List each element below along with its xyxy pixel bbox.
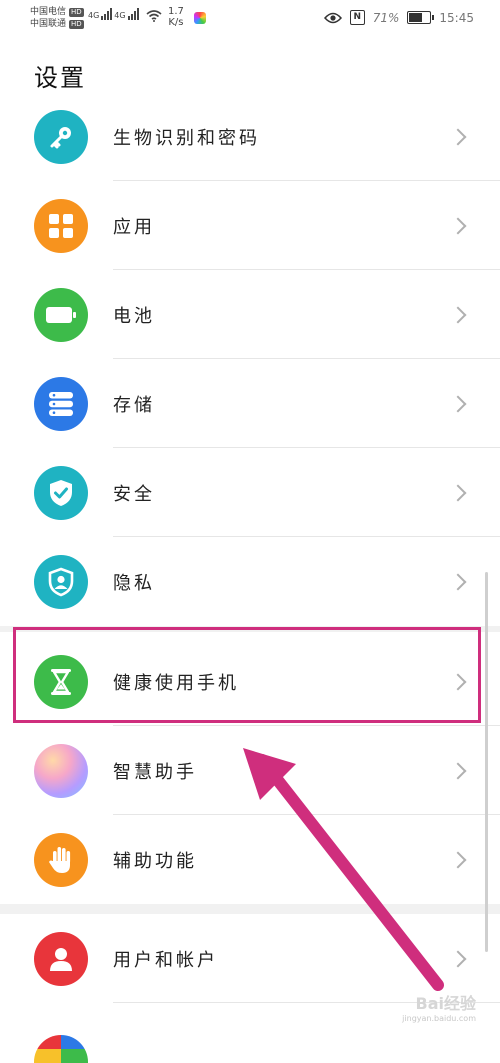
- chevron-right-icon: [449, 128, 467, 145]
- settings-item-storage[interactable]: 存储: [0, 359, 500, 448]
- scrollbar[interactable]: [485, 572, 488, 952]
- settings-item-label: 应用: [113, 216, 155, 238]
- settings-item-label: 辅助功能: [113, 850, 197, 872]
- settings-item-label: 生物识别和密码: [113, 127, 260, 149]
- storage-icon: [34, 376, 88, 431]
- settings-item-label: 用户和帐户: [113, 949, 218, 971]
- chevron-right-icon: [449, 573, 467, 590]
- signal-icon: [101, 8, 113, 20]
- apps-grid-icon: [34, 198, 88, 253]
- network-type: 4G: [88, 11, 100, 20]
- signal-icon: [127, 8, 139, 20]
- carrier-info: 中国电信 HD 中国联通 HD: [30, 6, 84, 30]
- hd-badge: HD: [69, 19, 84, 29]
- settings-item-label: 智慧助手: [113, 761, 197, 783]
- settings-item-smart-assistant[interactable]: 智慧助手: [0, 726, 500, 815]
- privacy-icon: [34, 554, 88, 609]
- chevron-right-icon: [449, 395, 467, 412]
- battery-icon: [34, 287, 88, 342]
- section-divider: [0, 904, 500, 914]
- app-notification-icon: [194, 12, 206, 24]
- hourglass-icon: [34, 654, 88, 709]
- speed-value: 1.7: [168, 6, 184, 17]
- settings-item-label: 存储: [113, 394, 155, 416]
- google-icon: [34, 1035, 88, 1063]
- status-right: N 71% 15:45: [323, 10, 474, 25]
- hd-badge: HD: [69, 7, 84, 17]
- chevron-right-icon: [449, 484, 467, 501]
- chevron-right-icon: [449, 217, 467, 234]
- status-bar: 中国电信 HD 中国联通 HD 4G 4G 1.7 K/s N 71% 15:45: [0, 0, 500, 40]
- settings-item-security[interactable]: 安全: [0, 448, 500, 537]
- wifi-icon: [146, 10, 162, 22]
- chevron-right-icon: [449, 673, 467, 690]
- settings-item-label: 安全: [113, 483, 155, 505]
- watermark-url: jingyan.baidu.com: [402, 1014, 476, 1023]
- settings-item-accessibility[interactable]: 辅助功能: [0, 815, 500, 904]
- nfc-icon: N: [349, 10, 365, 25]
- carrier-1: 中国电信: [30, 7, 67, 17]
- battery-status-icon: [407, 11, 435, 24]
- eye-icon: [323, 12, 342, 23]
- settings-item-label: 电池: [113, 305, 155, 327]
- settings-item-privacy[interactable]: 隐私: [0, 537, 500, 626]
- assistant-icon: [34, 743, 88, 798]
- watermark-brand: Bai经验: [415, 994, 476, 1013]
- settings-item-label: 隐私: [113, 572, 155, 594]
- battery-percent: 71%: [372, 10, 400, 25]
- key-icon: [34, 109, 88, 164]
- carrier-2: 中国联通: [30, 19, 67, 29]
- settings-item-apps[interactable]: 应用: [0, 181, 500, 270]
- watermark: Bai经验 jingyan.baidu.com: [402, 990, 476, 1023]
- clock: 15:45: [439, 10, 474, 25]
- chevron-right-icon: [449, 306, 467, 323]
- signal-indicators: 4G 4G: [88, 8, 139, 20]
- settings-item-biometrics[interactable]: 生物识别和密码: [0, 92, 500, 181]
- settings-item-digital-balance[interactable]: 健康使用手机: [0, 637, 500, 726]
- network-type: 4G: [114, 11, 126, 20]
- user-icon: [34, 931, 88, 986]
- section-divider: [0, 626, 500, 632]
- settings-item-battery[interactable]: 电池: [0, 270, 500, 359]
- shield-check-icon: [34, 465, 88, 520]
- chevron-right-icon: [449, 762, 467, 779]
- chevron-right-icon: [449, 851, 467, 868]
- chevron-right-icon: [449, 950, 467, 967]
- page-title: 设置: [34, 64, 86, 92]
- network-speed: 1.7 K/s: [168, 6, 184, 28]
- speed-unit: K/s: [168, 17, 184, 28]
- settings-item-label: 健康使用手机: [113, 672, 239, 694]
- hand-icon: [34, 832, 88, 887]
